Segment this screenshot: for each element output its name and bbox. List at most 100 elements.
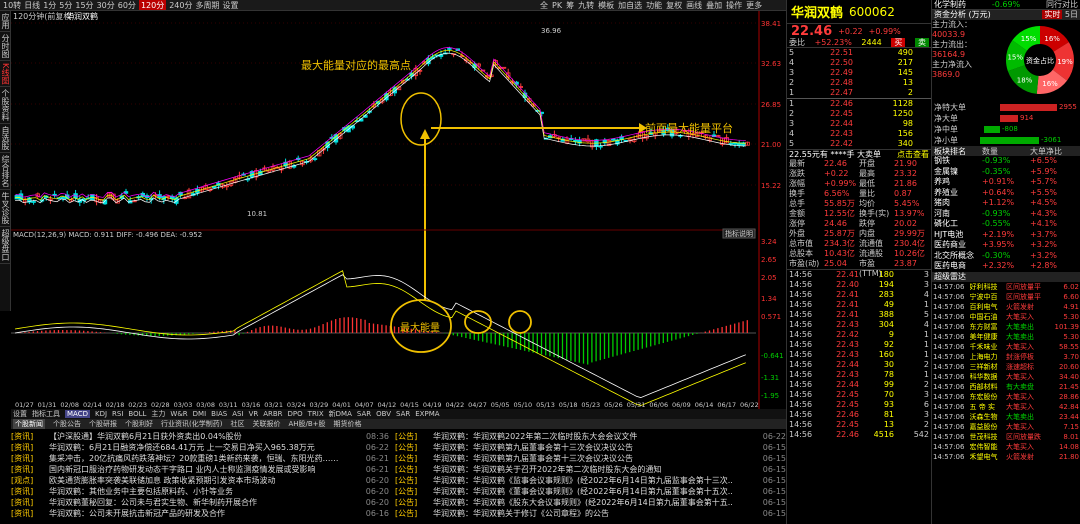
radar-row[interactable]: 14:57:06 五 帝 实 大笔买入 42.84 (932, 402, 1080, 412)
tool-8[interactable]: 画线 (686, 0, 702, 11)
tool-9[interactable]: 叠加 (706, 0, 722, 11)
indicator-15[interactable]: 新DMA (329, 409, 352, 419)
news-item[interactable]: [公告] 华润双鹤：华润双鹤第九届董事会第十三次会议决议公告 06-15 (395, 453, 786, 464)
indicator-17[interactable]: OBV (376, 410, 391, 418)
indicator-10[interactable]: ASI (232, 410, 243, 418)
indicator-1[interactable]: 指标工具 (32, 409, 60, 419)
sector-row[interactable]: 养鸡 +0.91% +5.7% (932, 177, 1080, 188)
sector-row[interactable]: HJT电池 +2.19% +3.7% (932, 230, 1080, 241)
news-item[interactable]: [观点] 欧美通货膨胀率突袭美联储加息 政策收紧预期引发资本市场波动 06-20 (11, 475, 389, 486)
fund-tab-5day[interactable]: 5日 (1065, 10, 1078, 19)
radar-row[interactable]: 14:57:06 宁波中百 区间放量平 6.60 (932, 292, 1080, 302)
indicator-8[interactable]: DMI (193, 410, 207, 418)
news-tab-2[interactable]: 个股研报 (89, 419, 117, 429)
period-3[interactable]: 5分 (59, 0, 72, 10)
period-9[interactable]: 多周期 (196, 0, 220, 10)
radar-row[interactable]: 14:57:06 三祥新材 涨速超标 20.60 (932, 362, 1080, 372)
indicator-7[interactable]: W&R (170, 410, 187, 418)
news-title[interactable]: 华润双鹤：华润双鹤第九届董事会第十三次会议决议公告 (433, 442, 760, 453)
tool-1[interactable]: PK (552, 1, 562, 10)
kline-chart-area[interactable]: 120分钟(前复权) 华润双鹤 38.41 32.63 26.85 21.00 15.22 3… (11, 11, 786, 409)
indicator-11[interactable]: VR (249, 410, 259, 418)
news-tab-1[interactable]: 个股公告 (53, 419, 81, 429)
sector-tab-bigorder[interactable]: 大单净比 (1030, 146, 1078, 156)
sector-row[interactable]: 医药电商 +2.32% +2.8% (932, 261, 1080, 272)
radar-row[interactable]: 14:57:06 嘉益股份 大笔买入 7.15 (932, 422, 1080, 432)
news-item[interactable]: [公告] 华润双鹤：华润双鹤关于修订《公司章程》的公告 06-15 (395, 508, 786, 519)
buy-button[interactable]: 买 (891, 38, 906, 47)
indicator-14[interactable]: TRIX (308, 410, 324, 418)
news-tab-0[interactable]: 个股新闻 (13, 419, 45, 429)
radar-row[interactable]: 14:57:06 中国石油 大笔买入 5.30 (932, 312, 1080, 322)
news-title[interactable]: 【沪深股通】华润双鹤6月21日获外资卖出0.04%股份 (49, 431, 363, 442)
indicator-18[interactable]: SAR (396, 410, 410, 418)
indicator-0[interactable]: 设置 (13, 409, 27, 419)
sector-row[interactable]: 医药商业 +3.95% +3.2% (932, 240, 1080, 251)
news-title[interactable]: 华润双鹤：6月21日融资净偿还684.41万元 上一交易日净买入965.38万元 (49, 442, 363, 453)
news-tab-5[interactable]: 社区 (230, 419, 244, 429)
radar-row[interactable]: 14:57:06 好利科技 区间放量平 6.02 (932, 282, 1080, 292)
news-tab-3[interactable]: 个股利好 (125, 419, 153, 429)
sector-row[interactable]: 钢铁 -0.93% +6.5% (932, 156, 1080, 167)
radar-row[interactable]: 14:57:06 东方财富 大笔卖出 101.39 (932, 322, 1080, 332)
news-title[interactable]: 华润双鹤：华润双鹤关于召开2022年第二次临时股东大会的通知 (433, 464, 760, 475)
rail-tab-4[interactable]: 自选股 (0, 124, 11, 154)
indicator-6[interactable]: 主力 (151, 409, 165, 419)
news-title[interactable]: 集采冲击，20亿抗痛风药跌落神坛？20款重磅1类新药来袭，恒瑞、东阳光药…… (49, 453, 363, 464)
sector-row[interactable]: 磷化工 -0.55% +4.1% (932, 219, 1080, 230)
tool-10[interactable]: 操作 (726, 0, 742, 11)
news-title[interactable]: 华润双鹤：华润双鹤《监事会议事规则》(经2022年6月14日第九届监事会第十三次… (433, 475, 760, 486)
period-10[interactable]: 设置 (223, 0, 239, 10)
tool-7[interactable]: 复权 (666, 0, 682, 11)
news-item[interactable]: [资讯] 华润双鹤：6月21日融资净偿还684.41万元 上一交易日净买入965.… (11, 442, 389, 453)
tool-2[interactable]: 筹 (566, 0, 574, 11)
kline-chart[interactable]: 120分钟(前复权)华润双鹤38.4132.6326.8521.0015.223… (11, 11, 786, 409)
period-4[interactable]: 15分 (75, 0, 93, 10)
news-title[interactable]: 华润双鹤：华润双鹤2022年第二次临时股东大会会议文件 (433, 431, 760, 442)
rail-tab-6[interactable]: 牛叉诊股 (0, 190, 11, 228)
radar-row[interactable]: 14:57:06 禾望电气 火箭发射 21.80 (932, 452, 1080, 462)
radar-row[interactable]: 14:57:06 百利电气 火箭发射 4.91 (932, 302, 1080, 312)
radar-row[interactable]: 14:57:06 世茂科技 区间放量跌 8.01 (932, 432, 1080, 442)
tool-5[interactable]: 加自选 (618, 0, 642, 11)
news-title[interactable]: 华润双鹤：华润双鹤《股东大会议事规则》(经2022年6月14日第九届董事会第十五… (433, 497, 760, 508)
news-tab-6[interactable]: 关联报价 (252, 419, 280, 429)
news-title[interactable]: 华润双鹤：其他业务中主要包括原料药、小针等业务 (49, 486, 363, 497)
tool-6[interactable]: 功能 (646, 0, 662, 11)
rail-tab-1[interactable]: 分时图 (0, 32, 11, 61)
news-item[interactable]: [资讯] 华润双鹤：公司未开展抗击新冠产品的研发及合作 06-16 (11, 508, 389, 519)
news-item[interactable]: [资讯] 华润双鹤董秘回复：公司未与君实生物、新华制药开展合作 06-20 (11, 497, 389, 508)
radar-row[interactable]: 14:57:06 千禾味业 大笔买入 58.55 (932, 342, 1080, 352)
sector-row[interactable]: 河南 -0.93% +4.3% (932, 209, 1080, 220)
news-item[interactable]: [公告] 华润双鹤：华润双鹤《监事会议事规则》(经2022年6月14日第九届监事会… (395, 475, 786, 486)
period-8[interactable]: 240分 (169, 0, 192, 10)
news-item[interactable]: [公告] 华润双鹤：华润双鹤2022年第二次临时股东大会会议文件 06-22 (395, 431, 786, 442)
period-1[interactable]: 日线 (24, 0, 40, 10)
news-item[interactable]: [公告] 华润双鹤：华润双鹤关于召开2022年第二次临时股东大会的通知 06-15 (395, 464, 786, 475)
period-6[interactable]: 60分 (118, 0, 136, 10)
indicator-16[interactable]: SAR (357, 410, 371, 418)
sector-row[interactable]: 金属镍 -0.35% +5.9% (932, 167, 1080, 178)
sector-tab-count[interactable]: 数量 (982, 146, 1030, 156)
indicator-3[interactable]: KDJ (95, 410, 107, 418)
news-title[interactable]: 华润双鹤：华润双鹤关于修订《公司章程》的公告 (433, 508, 760, 519)
tool-11[interactable]: 更多 (746, 0, 762, 11)
indicator-19[interactable]: EXPMA (415, 410, 439, 418)
industry-name[interactable]: 化学制药 (934, 0, 966, 9)
period-0[interactable]: 10转 (3, 0, 21, 10)
indicator-12[interactable]: ARBR (263, 410, 282, 418)
rail-tab-3[interactable]: 个股资料 (0, 87, 11, 125)
big-order-link[interactable]: 点击查看 (897, 150, 929, 159)
radar-row[interactable]: 14:57:06 西部材料 有大卖盘 21.45 (932, 382, 1080, 392)
news-tab-4[interactable]: 行业资讯(化学制药) (161, 419, 222, 429)
news-title[interactable]: 欧美通货膨胀率突袭美联储加息 政策收紧预期引发资本市场波动 (49, 475, 363, 486)
sector-row[interactable]: 猪肉 +1.12% +4.5% (932, 198, 1080, 209)
news-tab-8[interactable]: 期货价格 (334, 419, 362, 429)
radar-row[interactable]: 14:57:06 上海电力 封涨停板 3.70 (932, 352, 1080, 362)
sector-row[interactable]: 养殖业 +0.64% +5.5% (932, 188, 1080, 199)
indicator-5[interactable]: BOLL (128, 410, 146, 418)
tool-0[interactable]: 全 (540, 0, 548, 11)
radar-row[interactable]: 14:57:06 沃森生物 大笔卖出 23.44 (932, 412, 1080, 422)
period-7[interactable]: 120分 (138, 0, 167, 10)
industry-compare-link[interactable]: 同行对比 (1046, 0, 1078, 9)
